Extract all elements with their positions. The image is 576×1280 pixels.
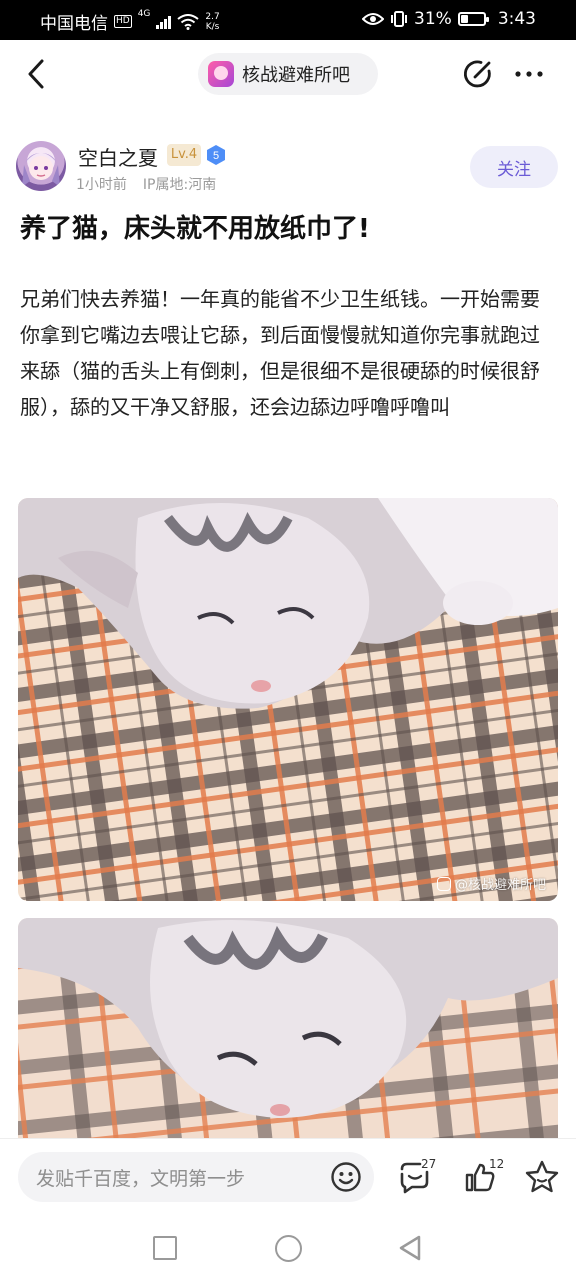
- reply-bar: 发贴千百度，文明第一步 27 12: [0, 1138, 576, 1218]
- emoji-icon[interactable]: [330, 1161, 362, 1193]
- clock: 3:43: [497, 9, 536, 29]
- battery-fill: [460, 15, 469, 23]
- hd-icon: HD: [114, 15, 132, 28]
- signal-icon: [156, 15, 172, 29]
- battery-icon: [457, 12, 489, 26]
- ip-location: IP属地:河南: [142, 177, 217, 193]
- member-badge-number: 5: [213, 150, 219, 162]
- image-watermark: @核战避难所吧: [436, 874, 546, 893]
- forum-avatar: [208, 61, 234, 87]
- top-nav: 核战避难所吧: [0, 40, 576, 110]
- post-meta: 1小时前 IP属地:河南: [76, 174, 216, 194]
- watermark-text: @核战避难所吧: [454, 878, 546, 893]
- system-back-icon[interactable]: [397, 1234, 423, 1262]
- system-nav-bar: [0, 1218, 576, 1280]
- post-body: 兄弟们快去养猫！一年真的能省不少卫生纸钱。一开始需要你拿到它嘴边去喂让它舔，到后…: [20, 287, 540, 419]
- home-icon[interactable]: [275, 1235, 302, 1262]
- author-name[interactable]: 空白之夏: [78, 142, 158, 171]
- network-type: 4G: [137, 9, 151, 19]
- forum-entry-button[interactable]: 核战避难所吧: [198, 53, 378, 95]
- speed-value: 2.7: [205, 11, 220, 22]
- comment-count: 27: [421, 1157, 437, 1171]
- more-icon[interactable]: [512, 58, 546, 90]
- level-badge: Lv.4: [167, 144, 201, 166]
- carrier-label: 中国电信: [40, 14, 108, 34]
- watermark-logo-icon: [436, 876, 451, 891]
- author-avatar[interactable]: [16, 141, 66, 191]
- edit-icon[interactable]: [462, 58, 494, 90]
- post-image[interactable]: [18, 918, 558, 1138]
- speed-unit: K/s: [205, 21, 220, 32]
- post-title: 养了猫，床头就不用放纸巾了!: [20, 214, 370, 244]
- forum-name: 核战避难所吧: [242, 65, 350, 86]
- vibrate-icon: [391, 11, 408, 27]
- like-count: 12: [489, 1157, 505, 1171]
- eye-icon: [362, 13, 385, 25]
- recent-apps-icon[interactable]: [153, 1236, 177, 1260]
- post-image[interactable]: @核战避难所吧: [18, 498, 558, 901]
- battery-percent: 31%: [414, 9, 452, 29]
- status-bar: 中国电信 HD 4G 2.7 K/s 31% 3:43: [0, 0, 576, 40]
- back-arrow-icon[interactable]: [22, 56, 50, 92]
- reply-input[interactable]: 发贴千百度，文明第一步: [18, 1152, 374, 1202]
- follow-button[interactable]: 关注: [470, 146, 558, 188]
- wifi-icon: [177, 13, 200, 30]
- network-speed: 2.7 K/s: [205, 12, 219, 32]
- member-badge-icon: 5: [207, 145, 225, 165]
- post-time: 1小时前: [76, 177, 127, 193]
- star-icon[interactable]: [524, 1159, 560, 1195]
